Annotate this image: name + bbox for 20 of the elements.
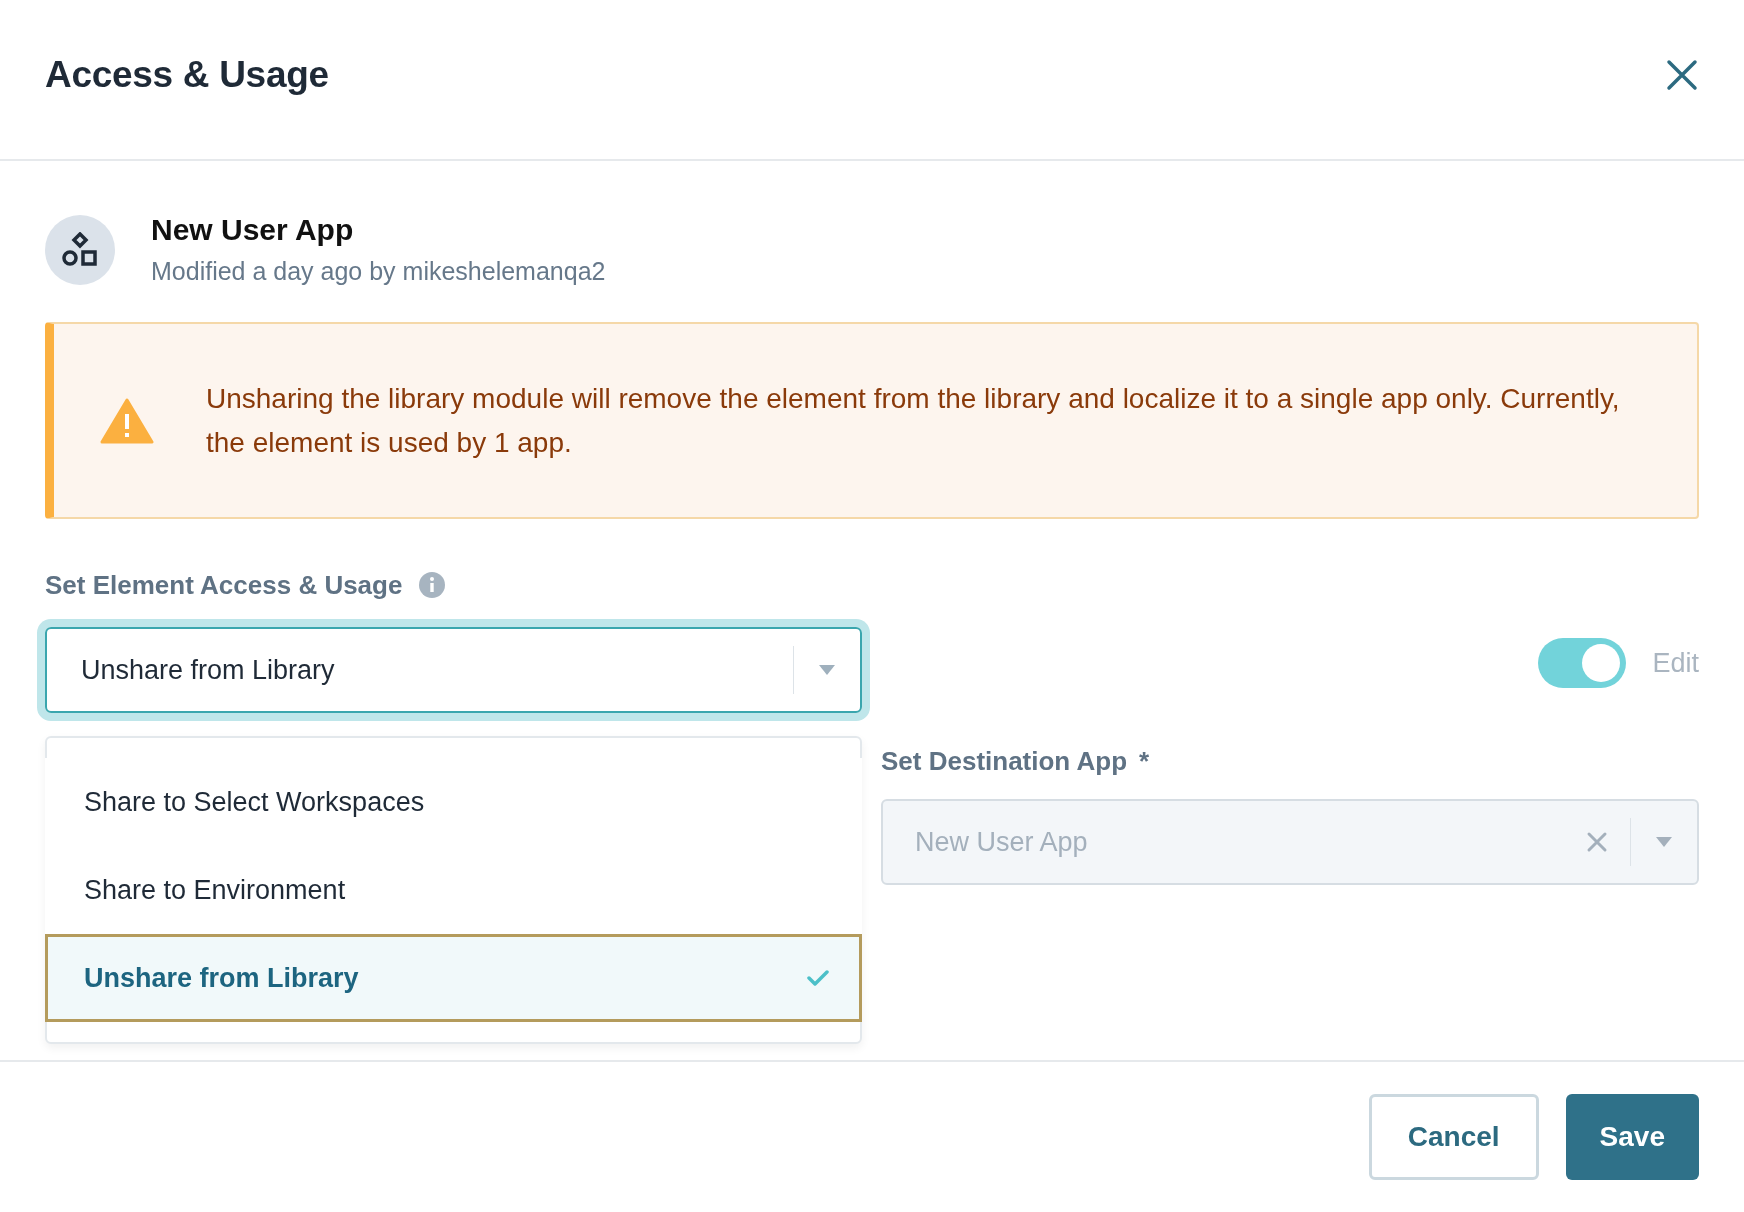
caret-icon [1655,836,1673,848]
required-mark: * [1139,746,1150,777]
warning-text: Unsharing the library module will remove the element from the library and localize it to a single app only. Currently, the element is used by 1 app. [206,381,1621,460]
warning-icon [100,397,154,444]
menu-option[interactable]: Share to Environment [45,846,862,934]
caret-icon [818,664,836,676]
app-modified-text: Modified a day ago by mikeshelemanqa2 [151,257,606,286]
close-button[interactable] [1665,57,1699,92]
dialog-title: Access & Usage [45,53,329,96]
menu-option[interactable]: Share to Select Workspaces [45,758,862,846]
app-name: New User App [151,213,355,247]
edit-toggle[interactable] [1538,638,1627,688]
edit-label: Edit [1652,647,1699,679]
check-icon [807,969,829,987]
info-icon[interactable] [418,571,447,599]
menu-option[interactable]: Unshare from Library [45,934,862,1022]
save-button[interactable]: Save [1565,1094,1699,1180]
destination-label: Set Destination App [881,746,1128,777]
access-label: Set Element Access & Usage [45,569,403,601]
cancel-button[interactable]: Cancel [1368,1094,1539,1180]
